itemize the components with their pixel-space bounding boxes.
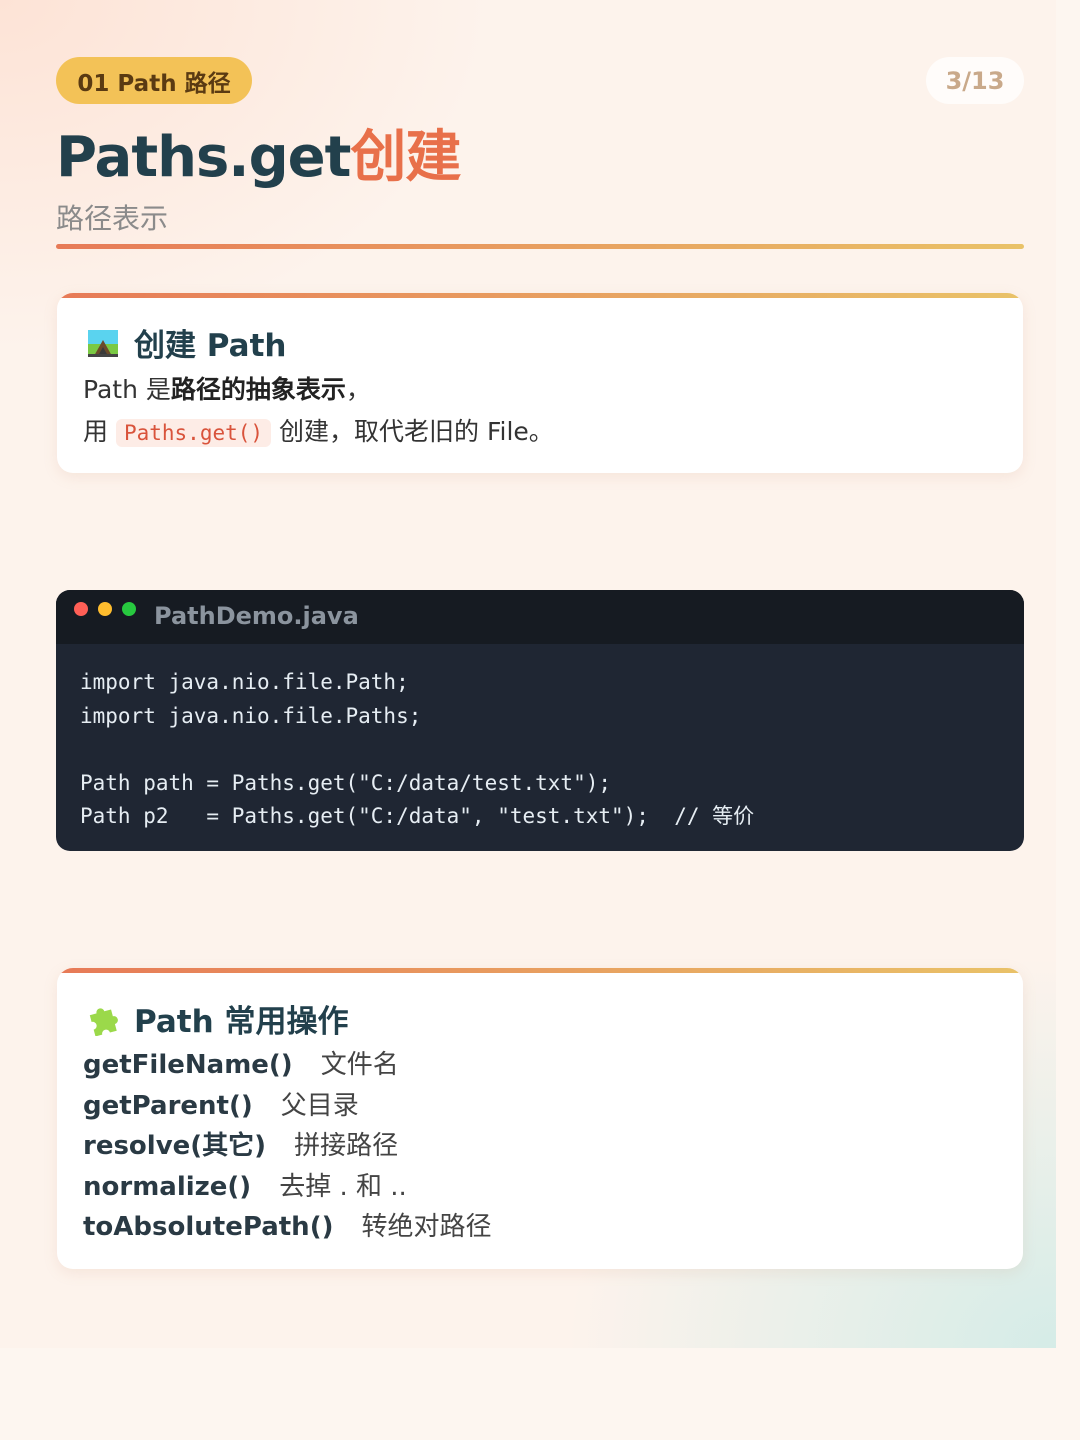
list-item: resolve(其它) 拼接路径 — [83, 1126, 491, 1167]
op-name: toAbsolutePath() — [83, 1212, 334, 1243]
operations-list: getFileName() 文件名 getParent() 父目录 resolv… — [83, 1045, 491, 1248]
line1-suffix: ， — [345, 375, 371, 404]
slide: 01 Path 路径 3/13 Paths.get创建 路径表示 创建 Path… — [0, 0, 1080, 1440]
op-desc: 拼接路径 — [294, 1131, 399, 1162]
code-window-titlebar: PathDemo.java — [56, 590, 1024, 644]
title-main: Paths.get — [56, 125, 351, 190]
title-accent: 创建 — [350, 125, 461, 190]
maximize-dot-icon — [122, 602, 136, 616]
create-path-line-2: 用 Paths.get() 创建，取代老旧的 File。 — [83, 411, 554, 454]
line1-prefix: Path 是 — [83, 375, 171, 404]
op-name: resolve(其它) — [83, 1131, 267, 1162]
title-divider — [56, 244, 1024, 249]
list-item: getFileName() 文件名 — [83, 1045, 491, 1086]
path-operations-title: Path 常用操作 — [134, 1004, 349, 1040]
create-path-title: 创建 Path — [134, 328, 287, 364]
line2-suffix: 创建，取代老旧的 File。 — [279, 417, 554, 446]
line2-prefix: 用 — [83, 417, 109, 446]
puzzle-piece-icon — [86, 1002, 120, 1036]
code-block: import java.nio.file.Path; import java.n… — [80, 666, 754, 834]
code-window: PathDemo.java import java.nio.file.Path;… — [56, 590, 1024, 851]
code-line: Path path = Paths.get("C:/data/test.txt"… — [80, 770, 612, 795]
page-counter: 3/13 — [926, 57, 1024, 104]
op-name: getFileName() — [83, 1050, 293, 1081]
list-item: toAbsolutePath() 转绝对路径 — [83, 1207, 491, 1248]
list-item: getParent() 父目录 — [83, 1086, 491, 1127]
code-line: Path p2 = Paths.get("C:/data", "test.txt… — [80, 804, 755, 828]
page-subtitle: 路径表示 — [56, 202, 169, 235]
line1-bold: 路径的抽象表示 — [170, 375, 346, 404]
inline-code: Paths.get() — [115, 419, 272, 447]
op-name: getParent() — [83, 1090, 253, 1121]
op-desc: 转绝对路径 — [361, 1212, 492, 1243]
minimize-dot-icon — [98, 602, 112, 616]
mountain-railway-icon — [86, 326, 120, 360]
create-path-heading: 创建 Path — [86, 320, 287, 365]
create-path-body: Path 是路径的抽象表示， 用 Paths.get() 创建，取代老旧的 Fi… — [83, 369, 554, 454]
path-operations-heading: Path 常用操作 — [86, 996, 349, 1041]
code-line: import java.nio.file.Path; — [80, 670, 409, 694]
code-filename: PathDemo.java — [154, 602, 359, 630]
page-title: Paths.get创建 — [56, 112, 461, 192]
op-name: normalize() — [83, 1171, 252, 1202]
close-dot-icon — [74, 602, 88, 616]
code-line: import java.nio.file.Paths; — [80, 703, 422, 728]
op-desc: 文件名 — [320, 1050, 399, 1081]
create-path-line-1: Path 是路径的抽象表示， — [83, 369, 554, 411]
section-chip: 01 Path 路径 — [56, 57, 252, 104]
op-desc: 父目录 — [280, 1090, 359, 1121]
op-desc: 去掉 . 和 .. — [279, 1171, 407, 1202]
list-item: normalize() 去掉 . 和 .. — [83, 1167, 491, 1208]
